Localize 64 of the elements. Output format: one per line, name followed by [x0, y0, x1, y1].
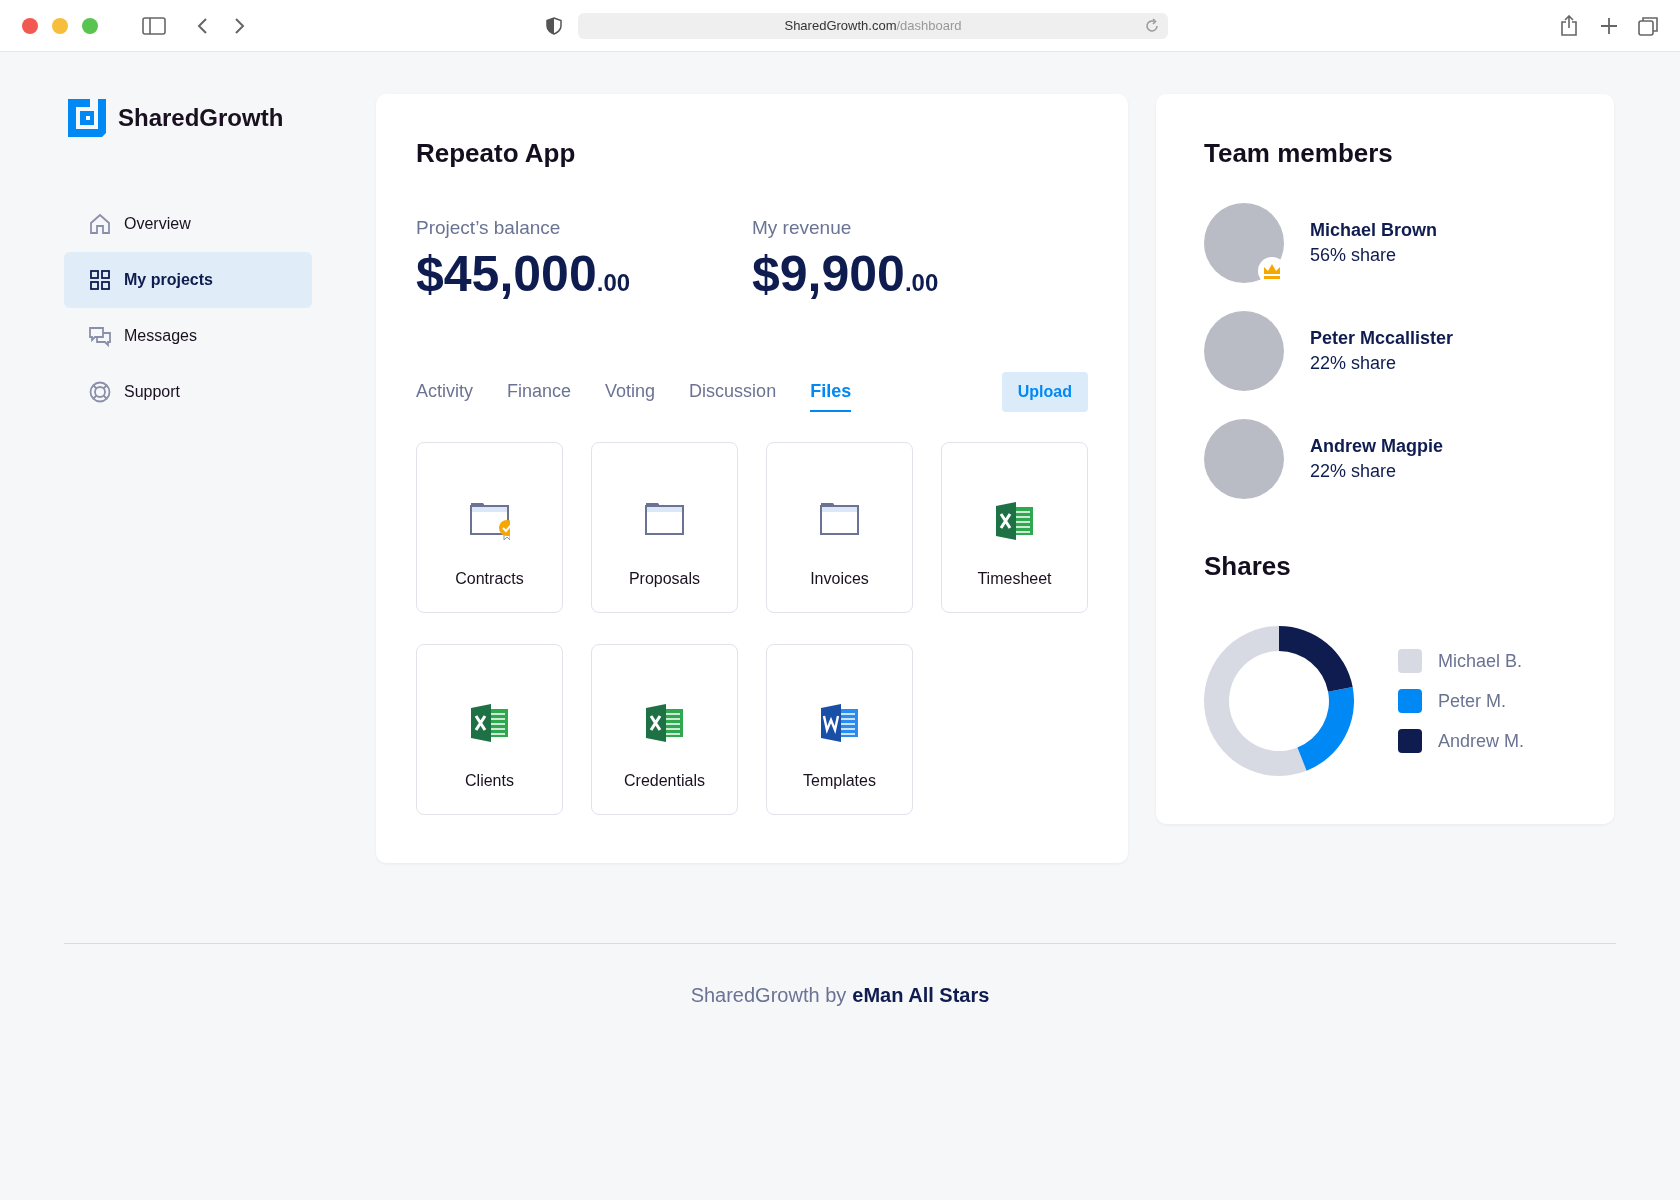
brand-name: SharedGrowth: [118, 104, 284, 132]
tab[interactable]: Voting: [605, 381, 656, 412]
footer-text: SharedGrowth by: [690, 984, 847, 1007]
file-name: Credentials: [624, 772, 705, 790]
chat-icon: [88, 324, 112, 348]
sidebar-item[interactable]: Messages: [64, 308, 312, 364]
tab[interactable]: Files: [810, 381, 852, 412]
shares-title: Shares: [1204, 551, 1292, 582]
footer-company: eMan All Stars: [852, 984, 990, 1007]
forward-icon[interactable]: [232, 15, 246, 36]
crown-icon: [1263, 263, 1281, 279]
member-share: 56% share: [1310, 245, 1398, 266]
file-tile[interactable]: Invoices: [766, 442, 913, 613]
tab[interactable]: Discussion: [689, 381, 777, 412]
spreadsheet-icon: [995, 502, 1034, 540]
file-tile[interactable]: Credentials: [591, 644, 738, 815]
minimize-window-dot[interactable]: [52, 17, 68, 34]
stat-label: Project’s balance: [416, 217, 562, 239]
file-name: Proposals: [628, 570, 701, 588]
file-tile[interactable]: Clients: [416, 644, 563, 815]
legend-label: Michael B.: [1438, 650, 1523, 672]
file-tile[interactable]: Templates: [766, 644, 913, 815]
file-name: Clients: [465, 772, 514, 790]
tab[interactable]: Finance: [507, 381, 572, 412]
file-name: Contracts: [455, 570, 524, 588]
sidebar-item[interactable]: My projects: [64, 252, 312, 308]
close-window-dot[interactable]: [22, 17, 38, 34]
new-tab-icon[interactable]: [1600, 16, 1618, 35]
file-tile[interactable]: Proposals: [591, 442, 738, 613]
member-name: Andrew Magpie: [1310, 436, 1443, 457]
team-title: Team members: [1204, 138, 1394, 169]
sidebar-toggle-icon[interactable]: [142, 15, 166, 36]
document-icon: [820, 704, 859, 742]
amount-value: $45,000.00: [416, 245, 632, 303]
address-bar[interactable]: SharedGrowth.com/dashboard: [578, 12, 1168, 39]
legend-label: Peter M.: [1438, 690, 1507, 712]
share-icon[interactable]: [1560, 14, 1578, 37]
project-title: Repeato App: [416, 138, 577, 169]
member-share: 22% share: [1310, 461, 1398, 482]
home-icon: [88, 212, 112, 236]
file-tile[interactable]: Timesheet: [941, 442, 1088, 613]
lifebuoy-icon: [88, 380, 112, 404]
shield-icon[interactable]: [546, 16, 562, 35]
stat-label: My revenue: [752, 217, 853, 239]
sidebar-item[interactable]: Support: [64, 364, 312, 420]
amount-value: $9,900.00: [752, 245, 940, 303]
file-name: Templates: [803, 772, 876, 790]
certified-folder-icon: [469, 502, 510, 540]
file-name: Timesheet: [977, 570, 1052, 588]
back-icon[interactable]: [196, 15, 210, 36]
member-name: Michael Brown: [1310, 220, 1438, 241]
member-name: Peter Mccallister: [1310, 328, 1454, 349]
file-tile[interactable]: Contracts: [416, 442, 563, 613]
sidebar-item[interactable]: Overview: [64, 196, 312, 252]
file-name: Invoices: [810, 570, 869, 588]
tab[interactable]: Activity: [416, 381, 473, 412]
member-share: 22% share: [1310, 353, 1398, 374]
maximize-window-dot[interactable]: [82, 17, 98, 34]
brand-logo-icon: [68, 99, 106, 137]
spreadsheet-icon: [470, 704, 509, 742]
legend-label: Andrew M.: [1438, 730, 1525, 752]
tabs-overview-icon[interactable]: [1638, 15, 1658, 36]
grid-icon: [88, 268, 112, 292]
spreadsheet-icon: [645, 704, 684, 742]
